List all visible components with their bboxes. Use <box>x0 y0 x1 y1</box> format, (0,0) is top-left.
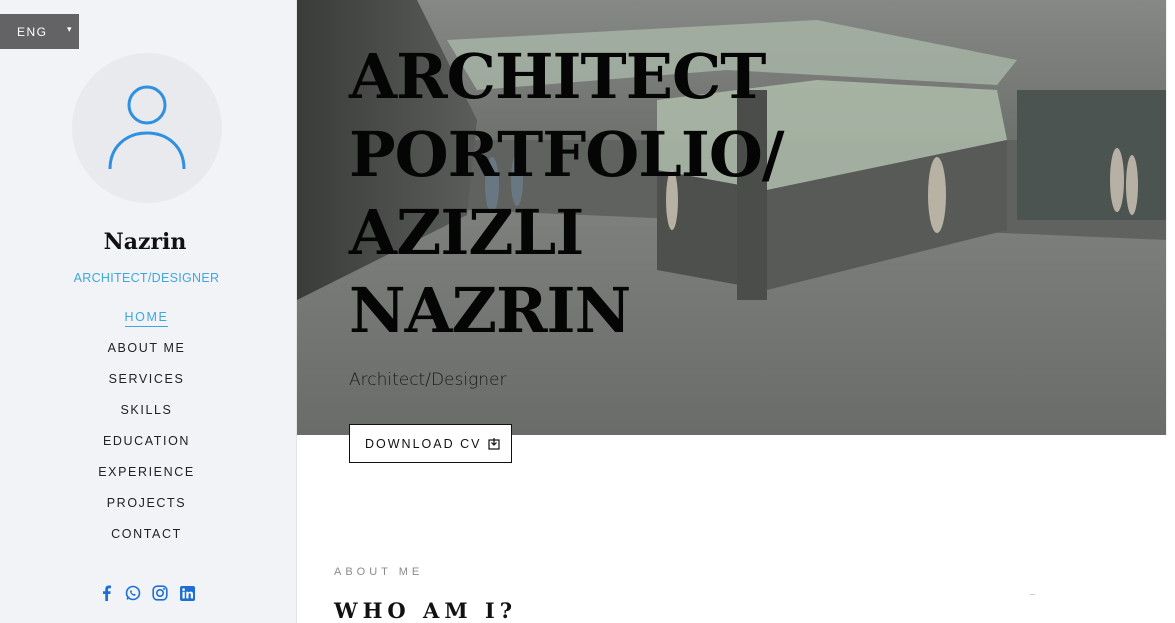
hero-title-line: AZIZLI <box>349 196 584 269</box>
nav-item-services[interactable]: SERVICES <box>0 372 293 403</box>
hero-title: ARCHITECT PORTFOLIO/ AZIZLI NAZRIN <box>349 38 784 350</box>
linkedin-icon[interactable] <box>179 584 195 602</box>
divider <box>1030 594 1035 595</box>
social-links <box>98 584 195 602</box>
download-cv-button[interactable]: DOWNLOAD CV <box>349 424 512 463</box>
hero-title-line: ARCHITECT <box>349 40 766 113</box>
download-icon <box>488 437 501 450</box>
instagram-icon[interactable] <box>152 584 168 602</box>
nav-item-skills[interactable]: SKILLS <box>0 403 293 434</box>
nav-item-label: SERVICES <box>108 372 185 386</box>
nav-item-education[interactable]: EDUCATION <box>0 434 293 465</box>
language-label: ENG <box>17 24 48 39</box>
profile-name: Nazrin <box>103 229 187 255</box>
main-nav: HOME ABOUT ME SERVICES SKILLS EDUCATION … <box>0 310 293 558</box>
nav-item-label: CONTACT <box>111 527 182 541</box>
hero-title-line: NAZRIN <box>349 274 631 347</box>
profile-role: ARCHITECT/DESIGNER <box>73 271 220 285</box>
nav-item-label: HOME <box>124 310 169 327</box>
user-icon <box>108 85 186 170</box>
nav-item-experience[interactable]: EXPERIENCE <box>0 465 293 496</box>
nav-item-label: EXPERIENCE <box>98 465 195 479</box>
about-section-eyebrow: ABOUT ME <box>334 566 424 578</box>
nav-item-home[interactable]: HOME <box>0 310 293 341</box>
hero-title-line: PORTFOLIO/ <box>349 118 784 191</box>
nav-item-label: PROJECTS <box>106 496 187 510</box>
caret-down-icon: ▾ <box>66 24 73 34</box>
hero-subtitle: Architect/Designer <box>349 370 507 390</box>
whatsapp-icon[interactable] <box>125 584 141 602</box>
download-cv-label: DOWNLOAD CV <box>365 436 482 451</box>
avatar <box>72 53 222 203</box>
facebook-icon[interactable] <box>98 584 114 602</box>
nav-item-label: EDUCATION <box>102 434 191 448</box>
about-section-title: WHO AM I? <box>334 598 518 623</box>
sidebar: ENG ▾ Nazrin ARCHITECT/DESIGNER HOME ABO… <box>0 0 297 623</box>
nav-item-contact[interactable]: CONTACT <box>0 527 293 558</box>
nav-item-about-me[interactable]: ABOUT ME <box>0 341 293 372</box>
hero-section: ARCHITECT PORTFOLIO/ AZIZLI NAZRIN Archi… <box>297 0 1167 435</box>
nav-item-label: ABOUT ME <box>107 341 186 355</box>
nav-item-label: SKILLS <box>120 403 173 417</box>
nav-item-projects[interactable]: PROJECTS <box>0 496 293 527</box>
language-selector[interactable]: ENG ▾ <box>0 14 79 49</box>
